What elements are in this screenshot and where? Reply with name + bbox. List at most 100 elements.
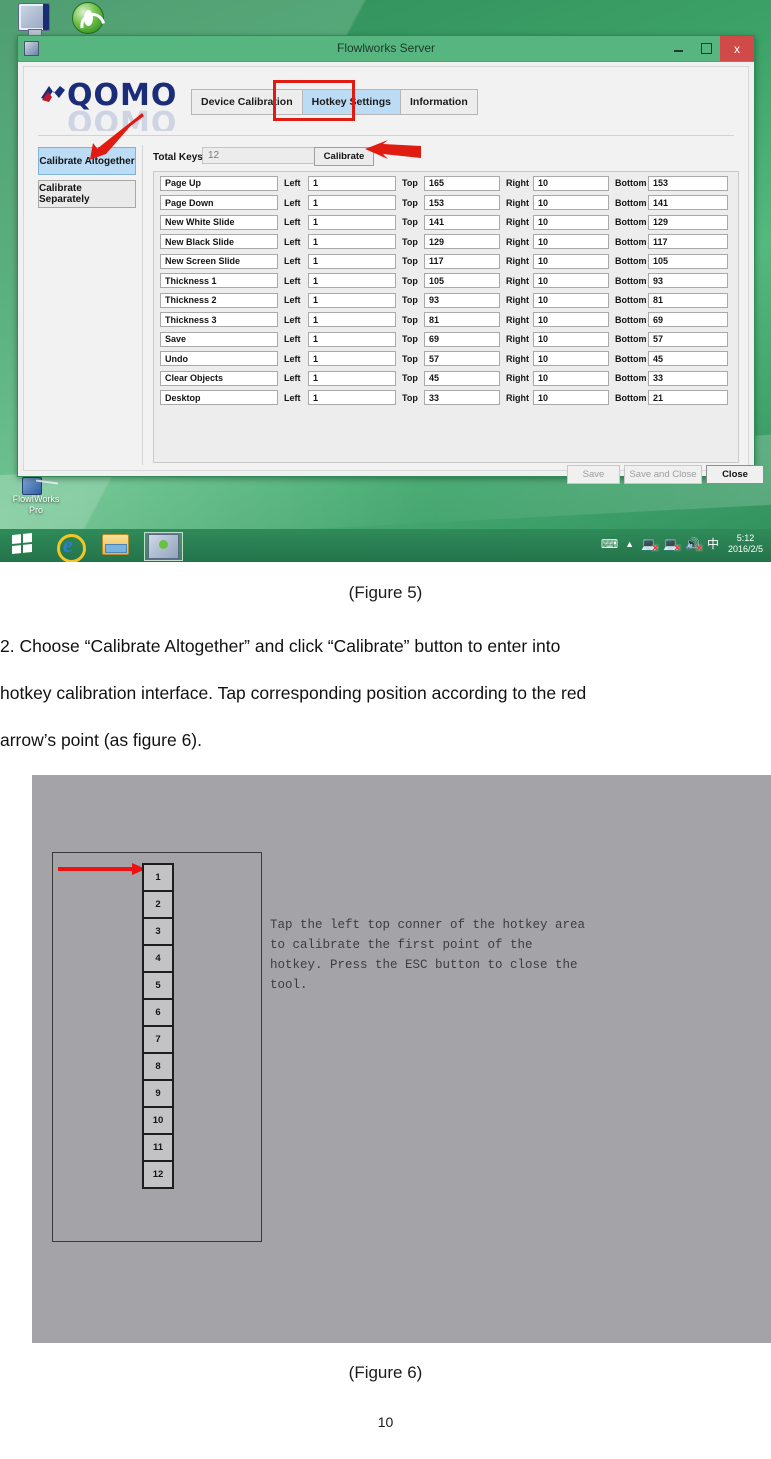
left-value-field[interactable]: 1 — [308, 273, 396, 289]
top-value-field[interactable]: 45 — [424, 370, 500, 386]
top-value-field[interactable]: 141 — [424, 214, 500, 230]
hotkey-name-field[interactable]: Clear Objects — [160, 370, 278, 386]
tab-device-calibration[interactable]: Device Calibration — [192, 90, 303, 114]
left-value-field[interactable]: 1 — [308, 234, 396, 250]
right-value-field[interactable]: 10 — [533, 351, 609, 367]
left-value-field[interactable]: 1 — [308, 195, 396, 211]
top-value-field[interactable]: 165 — [424, 175, 500, 191]
hotkey-key-box[interactable]: 1 — [142, 863, 174, 892]
left-value-field[interactable]: 1 — [308, 312, 396, 328]
calibrate-altogether-button[interactable]: Calibrate Altogether — [38, 147, 136, 175]
left-value-field[interactable]: 1 — [308, 175, 396, 191]
bottom-value-field[interactable]: 141 — [648, 195, 728, 211]
right-value-field[interactable]: 10 — [533, 175, 609, 191]
left-value-field[interactable]: 1 — [308, 390, 396, 406]
hotkey-key-box[interactable]: 10 — [142, 1106, 174, 1135]
hotkey-key-box[interactable]: 3 — [142, 917, 174, 946]
hotkey-key-box[interactable]: 2 — [142, 890, 174, 919]
hotkey-key-box[interactable]: 5 — [142, 971, 174, 1000]
calibrate-separately-button[interactable]: Calibrate Separately — [38, 180, 136, 208]
top-value-field[interactable]: 93 — [424, 292, 500, 308]
right-value-field[interactable]: 10 — [533, 312, 609, 328]
hotkey-name-field[interactable]: New White Slide — [160, 214, 278, 230]
figure-5-screenshot: FlowIWorks Pro Flowlworks Server x QOMO — [0, 0, 771, 562]
start-button[interactable] — [12, 532, 43, 558]
file-explorer-taskbar-icon[interactable] — [102, 534, 133, 558]
hotkey-name-field[interactable]: New Screen Slide — [160, 253, 278, 269]
hotkey-key-box[interactable]: 12 — [142, 1160, 174, 1189]
save-and-close-button[interactable]: Save and Close — [624, 465, 702, 484]
hotkey-key-box[interactable]: 7 — [142, 1025, 174, 1054]
calibrate-button[interactable]: Calibrate — [314, 147, 374, 166]
right-value-field[interactable]: 10 — [533, 331, 609, 347]
top-value-field[interactable]: 129 — [424, 234, 500, 250]
taskbar-clock[interactable]: 5:12 2016/2/5 — [728, 533, 763, 555]
bottom-value-field[interactable]: 45 — [648, 351, 728, 367]
hotkey-key-box[interactable]: 4 — [142, 944, 174, 973]
hotkey-name-field[interactable]: New Black Slide — [160, 234, 278, 250]
bottom-value-field[interactable]: 117 — [648, 234, 728, 250]
tab-information[interactable]: Information — [400, 90, 477, 114]
hotkey-name-field[interactable]: Undo — [160, 351, 278, 367]
left-value-field[interactable]: 1 — [308, 351, 396, 367]
left-value-field[interactable]: 1 — [308, 292, 396, 308]
top-value-field[interactable]: 57 — [424, 351, 500, 367]
minimize-button[interactable] — [664, 36, 692, 61]
top-value-field[interactable]: 69 — [424, 331, 500, 347]
right-value-field[interactable]: 10 — [533, 292, 609, 308]
volume-muted-icon[interactable]: 🔊 — [685, 537, 703, 554]
left-value-field[interactable]: 1 — [308, 370, 396, 386]
hotkey-key-box[interactable]: 11 — [142, 1133, 174, 1162]
bottom-value-field[interactable]: 69 — [648, 312, 728, 328]
bottom-value-field[interactable]: 129 — [648, 214, 728, 230]
right-value-field[interactable]: 10 — [533, 370, 609, 386]
bottom-value-field[interactable]: 93 — [648, 273, 728, 289]
right-value-field[interactable]: 10 — [533, 234, 609, 250]
hotkey-name-field[interactable]: Page Down — [160, 195, 278, 211]
save-button[interactable]: Save — [567, 465, 620, 484]
bottom-label: Bottom — [615, 334, 647, 345]
bottom-value-field[interactable]: 81 — [648, 292, 728, 308]
keyboard-icon[interactable]: ⌨ — [601, 538, 618, 550]
right-value-field[interactable]: 10 — [533, 390, 609, 406]
bottom-value-field[interactable]: 105 — [648, 253, 728, 269]
right-value-field[interactable]: 10 — [533, 273, 609, 289]
top-value-field[interactable]: 117 — [424, 253, 500, 269]
tab-hotkey-settings[interactable]: Hotkey Settings — [302, 90, 401, 114]
bottom-value-field[interactable]: 57 — [648, 331, 728, 347]
flowworks-pro-shortcut-icon[interactable] — [22, 477, 42, 495]
hotkey-key-box[interactable]: 6 — [142, 998, 174, 1027]
flowworks-server-taskbar-icon[interactable] — [148, 534, 179, 559]
top-value-field[interactable]: 81 — [424, 312, 500, 328]
bottom-value-field[interactable]: 21 — [648, 390, 728, 406]
left-value-field[interactable]: 1 — [308, 253, 396, 269]
right-value-field[interactable]: 10 — [533, 214, 609, 230]
bottom-value-field[interactable]: 33 — [648, 370, 728, 386]
close-window-button[interactable]: x — [720, 36, 754, 61]
hotkey-key-box[interactable]: 9 — [142, 1079, 174, 1108]
hotkey-name-field[interactable]: Save — [160, 331, 278, 347]
hotkey-name-field[interactable]: Thickness 3 — [160, 312, 278, 328]
ime-language-icon[interactable]: 中 — [707, 538, 719, 550]
right-value-field[interactable]: 10 — [533, 195, 609, 211]
network-disconnected-icon[interactable]: 💻 — [663, 537, 681, 554]
hotkey-name-field[interactable]: Page Up — [160, 175, 278, 191]
left-value-field[interactable]: 1 — [308, 331, 396, 347]
top-value-field[interactable]: 105 — [424, 273, 500, 289]
show-hidden-icons-chevron-icon[interactable]: ▲ — [625, 538, 634, 550]
right-value-field[interactable]: 10 — [533, 253, 609, 269]
computer-icon[interactable] — [18, 3, 50, 37]
hotkey-name-field[interactable]: Desktop — [160, 390, 278, 406]
browser-icon[interactable] — [72, 2, 104, 34]
hotkey-name-field[interactable]: Thickness 2 — [160, 292, 278, 308]
hotkey-name-field[interactable]: Thickness 1 — [160, 273, 278, 289]
network-error-icon[interactable]: 💻 — [641, 537, 659, 554]
maximize-button[interactable] — [692, 36, 720, 61]
top-value-field[interactable]: 153 — [424, 195, 500, 211]
internet-explorer-taskbar-icon[interactable] — [57, 532, 88, 562]
close-button[interactable]: Close — [706, 465, 764, 484]
left-value-field[interactable]: 1 — [308, 214, 396, 230]
bottom-value-field[interactable]: 153 — [648, 175, 728, 191]
top-value-field[interactable]: 33 — [424, 390, 500, 406]
hotkey-key-box[interactable]: 8 — [142, 1052, 174, 1081]
